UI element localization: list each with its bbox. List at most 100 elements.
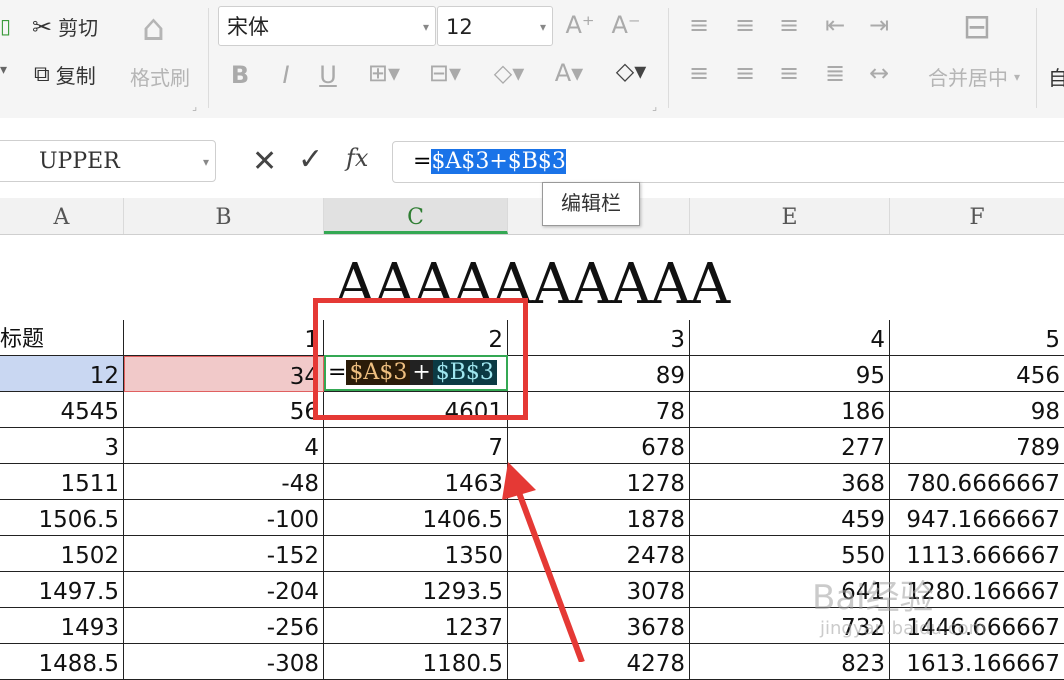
table-cell[interactable]: 456 (890, 356, 1064, 392)
table-cell[interactable]: 1293.5 (324, 572, 508, 608)
formula-input[interactable]: =$A$3+$B$3 (392, 141, 1064, 183)
table-cell[interactable]: 12 (0, 356, 124, 392)
italic-icon[interactable]: I (272, 60, 300, 90)
insert-function-button[interactable]: fx (346, 144, 368, 172)
table-cell[interactable]: 3 (0, 428, 124, 464)
table-cell[interactable]: -256 (124, 608, 324, 644)
table-cell[interactable]: 1506.5 (0, 500, 124, 536)
table-cell[interactable]: -152 (124, 536, 324, 572)
font-size-select[interactable]: 12 ▾ (437, 6, 553, 46)
align-bottom-icon[interactable]: ≡ (774, 10, 804, 40)
cut-button[interactable]: ✂ 剪切 (32, 12, 98, 41)
decrease-indent-icon[interactable]: ⇤ (820, 10, 850, 40)
header-cell[interactable]: 1 (124, 320, 324, 356)
format-painter-icon: ⌂ (142, 8, 165, 49)
auto-wrap-button[interactable]: 自 (1048, 62, 1064, 91)
increase-indent-icon[interactable]: ⇥ (864, 10, 894, 40)
table-cell[interactable]: 98 (890, 392, 1064, 428)
table-cell[interactable]: 78 (508, 392, 690, 428)
table-cell[interactable]: 1878 (508, 500, 690, 536)
align-right-icon[interactable]: ≡ (774, 58, 804, 88)
table-cell[interactable]: 3678 (508, 608, 690, 644)
column-header-a[interactable]: A (0, 198, 124, 234)
paste-dropdown-icon[interactable]: ▾ (0, 62, 7, 78)
column-header-f[interactable]: F (890, 198, 1064, 234)
table-cell[interactable]: 1237 (324, 608, 508, 644)
align-middle-icon[interactable]: ≡ (730, 10, 760, 40)
align-left-icon[interactable]: ≡ (684, 58, 714, 88)
table-cell[interactable]: -308 (124, 644, 324, 680)
paste-icon[interactable]: ▯ (0, 14, 11, 38)
merge-center-icon[interactable]: ⊟ (954, 10, 1000, 44)
table-cell[interactable]: 277 (690, 428, 890, 464)
table-cell[interactable]: 1350 (324, 536, 508, 572)
border-icon[interactable]: ⊞▾ (362, 58, 406, 88)
confirm-icon[interactable]: ✓ (298, 142, 323, 177)
table-cell[interactable]: 7 (324, 428, 508, 464)
name-box[interactable]: UPPER ▾ (0, 140, 216, 182)
table-cell[interactable]: 2478 (508, 536, 690, 572)
clear-format-icon[interactable]: ◇▾ (606, 56, 656, 86)
table-cell[interactable]: 4545 (0, 392, 124, 428)
table-cell[interactable]: 1497.5 (0, 572, 124, 608)
table-cell[interactable]: -48 (124, 464, 324, 500)
justify-icon[interactable]: ≣ (820, 58, 850, 88)
header-cell[interactable]: 3 (508, 320, 690, 356)
decrease-font-icon[interactable]: A⁻ (610, 10, 642, 40)
table-cell[interactable]: 678 (508, 428, 690, 464)
bold-icon[interactable]: B (226, 60, 254, 90)
table-cell[interactable]: -100 (124, 500, 324, 536)
copy-button[interactable]: ⧉ 复制 (34, 60, 96, 89)
table-cell[interactable]: 1406.5 (324, 500, 508, 536)
table-cell[interactable]: 550 (690, 536, 890, 572)
table-cell[interactable]: 34 (124, 356, 324, 392)
column-header-b[interactable]: B (124, 198, 324, 234)
table-cell[interactable]: 1113.666667 (890, 536, 1064, 572)
header-cell[interactable]: 5 (890, 320, 1064, 356)
table-cell[interactable]: 1613.166667 (890, 644, 1064, 680)
cell-format-icon[interactable]: ⊟▾ (420, 58, 470, 88)
font-name-select[interactable]: 宋体 ▾ (218, 6, 436, 46)
align-center-icon[interactable]: ≡ (730, 58, 760, 88)
table-cell[interactable]: 1180.5 (324, 644, 508, 680)
header-cell[interactable]: 标题 (0, 320, 124, 356)
tooltip-text: 编辑栏 (561, 191, 621, 215)
table-cell[interactable]: 368 (690, 464, 890, 500)
table-cell[interactable]: 186 (690, 392, 890, 428)
fill-color-icon[interactable]: ◇▾ (484, 58, 534, 88)
table-cell[interactable]: 947.1666667 (890, 500, 1064, 536)
font-color-icon[interactable]: A▾ (546, 58, 592, 88)
table-cell[interactable]: 3078 (508, 572, 690, 608)
chevron-down-icon: ▾ (539, 20, 546, 34)
format-painter-button[interactable]: 格式刷 (130, 62, 190, 91)
table-cell[interactable]: 4 (124, 428, 324, 464)
increase-font-icon[interactable]: A⁺ (564, 10, 596, 40)
table-cell[interactable]: 1511 (0, 464, 124, 500)
table-cell[interactable]: -204 (124, 572, 324, 608)
table-cell[interactable]: 56 (124, 392, 324, 428)
column-header-c[interactable]: C (324, 198, 508, 234)
clipboard-expand-icon[interactable]: ⌟ (192, 100, 197, 113)
align-top-icon[interactable]: ≡ (684, 10, 714, 40)
merge-center-button[interactable]: 合并居中 ▾ (928, 62, 1020, 91)
table-cell[interactable]: 4278 (508, 644, 690, 680)
table-cell[interactable]: 1488.5 (0, 644, 124, 680)
table-cell[interactable]: 1502 (0, 536, 124, 572)
table-cell[interactable]: 1278 (508, 464, 690, 500)
format-painter-label: 格式刷 (130, 66, 190, 90)
cut-label: 剪切 (58, 16, 99, 40)
font-expand-icon[interactable]: ⌟ (652, 100, 657, 113)
cancel-icon[interactable]: ✕ (252, 144, 277, 179)
table-cell[interactable]: 459 (690, 500, 890, 536)
table-cell[interactable]: 780.6666667 (890, 464, 1064, 500)
table-cell[interactable]: 95 (690, 356, 890, 392)
column-header-e[interactable]: E (690, 198, 890, 234)
table-cell[interactable]: 789 (890, 428, 1064, 464)
table-cell[interactable]: 89 (508, 356, 690, 392)
table-cell[interactable]: 1493 (0, 608, 124, 644)
header-cell[interactable]: 4 (690, 320, 890, 356)
table-cell[interactable]: 823 (690, 644, 890, 680)
table-cell[interactable]: 1463 (324, 464, 508, 500)
distributed-icon[interactable]: ↔ (862, 58, 896, 88)
underline-icon[interactable]: U (314, 60, 342, 90)
